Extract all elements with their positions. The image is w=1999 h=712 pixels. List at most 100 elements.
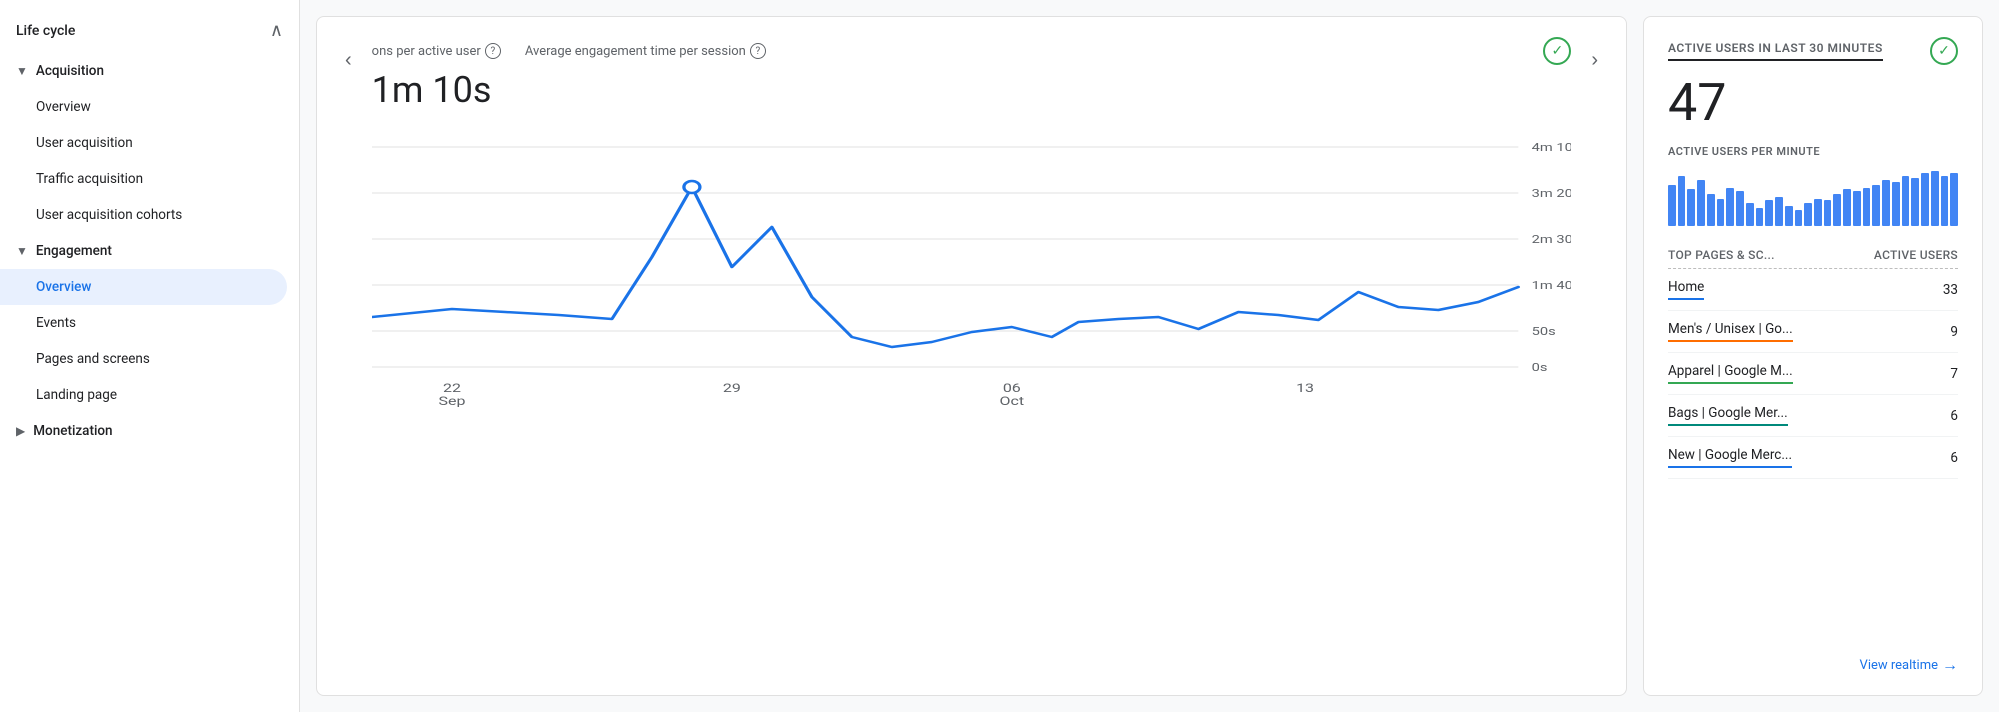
realtime-title: ACTIVE USERS IN LAST 30 MINUTES (1668, 41, 1883, 61)
chart-svg: 4m 10s 3m 20s 2m 30s 1m 40s 50s 0s 22 Se… (372, 127, 1572, 407)
bar (1736, 191, 1744, 226)
svg-text:3m 20s: 3m 20s (1531, 188, 1571, 201)
chart-card: ‹ ons per active user ? Average engageme… (316, 16, 1627, 696)
sidebar-item-engagement[interactable]: ▼ Engagement (0, 233, 299, 269)
bar (1950, 173, 1958, 226)
sidebar-item-events[interactable]: Events (0, 305, 287, 341)
sidebar-item-user-acquisition[interactable]: User acquisition (0, 125, 287, 161)
table-row: Home33 (1668, 269, 1958, 311)
table-row: Bags | Google Mer... 6 (1668, 395, 1958, 437)
bar (1668, 185, 1676, 226)
bar (1843, 189, 1851, 226)
chart-nav: ‹ ons per active user ? Average engageme… (341, 37, 1602, 407)
svg-text:50s: 50s (1531, 326, 1555, 339)
engagement-arrow: ▼ (16, 244, 28, 258)
table-body: Home33 Men's / Unisex | Go... 9 Apparel | G… (1668, 269, 1958, 479)
sidebar-item-acquisition[interactable]: ▼ Acquisition (0, 53, 299, 89)
bar (1872, 185, 1880, 226)
bar (1687, 189, 1695, 226)
avg-engagement-label: Average engagement time per session ? (525, 43, 766, 59)
table-row: Apparel | Google M...7 (1668, 353, 1958, 395)
table-row: Men's / Unisex | Go... 9 (1668, 311, 1958, 353)
table-row-label: Bags | Google Mer... (1668, 405, 1788, 426)
bar (1726, 188, 1734, 227)
svg-text:06: 06 (1003, 382, 1021, 396)
sidebar-item-overview-eng[interactable]: Overview (0, 269, 287, 305)
col2-header: ACTIVE USERS (1874, 248, 1958, 262)
bar (1941, 176, 1949, 226)
metric-info-icon[interactable]: ? (485, 43, 501, 59)
svg-text:2m 30s: 2m 30s (1531, 234, 1571, 247)
bar (1892, 182, 1900, 226)
prev-arrow[interactable]: ‹ (341, 45, 356, 76)
acquisition-label: Acquisition (36, 63, 104, 79)
svg-text:0s: 0s (1531, 362, 1547, 375)
svg-text:22: 22 (443, 382, 461, 396)
svg-text:Oct: Oct (999, 395, 1024, 407)
sidebar: Life cycle ∧ ▼ Acquisition Overview User… (0, 0, 300, 712)
sidebar-item-user-acquisition-cohorts[interactable]: User acquisition cohorts (0, 197, 287, 233)
view-realtime-link[interactable]: View realtime → (1668, 643, 1958, 675)
bar (1804, 203, 1812, 226)
bar (1853, 191, 1861, 226)
chart-header: ons per active user ? Average engagement… (372, 37, 1572, 65)
table-row-label: Home (1668, 279, 1704, 300)
view-realtime-label: View realtime (1860, 658, 1938, 673)
bar (1931, 171, 1939, 226)
bar (1707, 194, 1715, 226)
bar (1921, 173, 1929, 226)
monetization-arrow: ▶ (16, 424, 25, 438)
engagement-label: Engagement (36, 243, 112, 259)
bar (1833, 194, 1841, 226)
sidebar-item-landing-page[interactable]: Landing page (0, 377, 287, 413)
table-row-label: New | Google Merc... (1668, 447, 1792, 468)
metric-label: ons per active user ? (372, 43, 501, 59)
col1-header: TOP PAGES & SC... (1668, 248, 1775, 262)
realtime-user-count: 47 (1668, 77, 1958, 129)
next-arrow[interactable]: › (1587, 45, 1602, 76)
bar (1795, 210, 1803, 227)
chart-center: ons per active user ? Average engagement… (372, 37, 1572, 407)
per-minute-bar-chart (1668, 166, 1958, 226)
bar (1775, 197, 1783, 226)
svg-text:Sep: Sep (438, 395, 465, 407)
bar (1697, 180, 1705, 226)
lifecycle-chevron: ∧ (270, 20, 283, 41)
avg-info-icon[interactable]: ? (750, 43, 766, 59)
realtime-check-icon: ✓ (1930, 37, 1958, 65)
lifecycle-header[interactable]: Life cycle ∧ (0, 8, 299, 53)
main-content: ‹ ons per active user ? Average engageme… (300, 0, 1999, 712)
table-row-value: 6 (1950, 450, 1958, 466)
line-chart: 4m 10s 3m 20s 2m 30s 1m 40s 50s 0s 22 Se… (372, 127, 1572, 407)
bar (1902, 176, 1910, 226)
sidebar-item-traffic-acquisition[interactable]: Traffic acquisition (0, 161, 287, 197)
sidebar-item-overview-acq[interactable]: Overview (0, 89, 287, 125)
monetization-label: Monetization (33, 423, 112, 439)
bar (1785, 206, 1793, 226)
table-row-value: 6 (1950, 408, 1958, 424)
lifecycle-label: Life cycle (16, 23, 75, 39)
bar (1756, 208, 1764, 226)
bar (1824, 200, 1832, 226)
table-row: New | Google Merc... 6 (1668, 437, 1958, 479)
svg-text:13: 13 (1296, 382, 1314, 396)
table-row-value: 9 (1950, 324, 1958, 340)
bar (1882, 180, 1890, 226)
svg-text:29: 29 (723, 382, 741, 396)
svg-text:1m 40s: 1m 40s (1531, 280, 1571, 293)
table-header: TOP PAGES & SC... ACTIVE USERS (1668, 242, 1958, 269)
chart-check-icon: ✓ (1543, 37, 1571, 65)
per-minute-label: ACTIVE USERS PER MINUTE (1668, 145, 1958, 158)
bar (1746, 203, 1754, 226)
bar (1911, 178, 1919, 226)
sidebar-item-pages-and-screens[interactable]: Pages and screens (0, 341, 287, 377)
bar (1765, 200, 1773, 226)
view-realtime-arrow: → (1942, 655, 1958, 675)
sidebar-item-monetization[interactable]: ▶ Monetization (0, 413, 299, 449)
bar (1863, 188, 1871, 227)
table-row-label: Men's / Unisex | Go... (1668, 321, 1793, 342)
table-row-label: Apparel | Google M... (1668, 363, 1793, 384)
bar (1717, 199, 1725, 227)
bar (1678, 176, 1686, 226)
svg-text:4m 10s: 4m 10s (1531, 142, 1571, 155)
